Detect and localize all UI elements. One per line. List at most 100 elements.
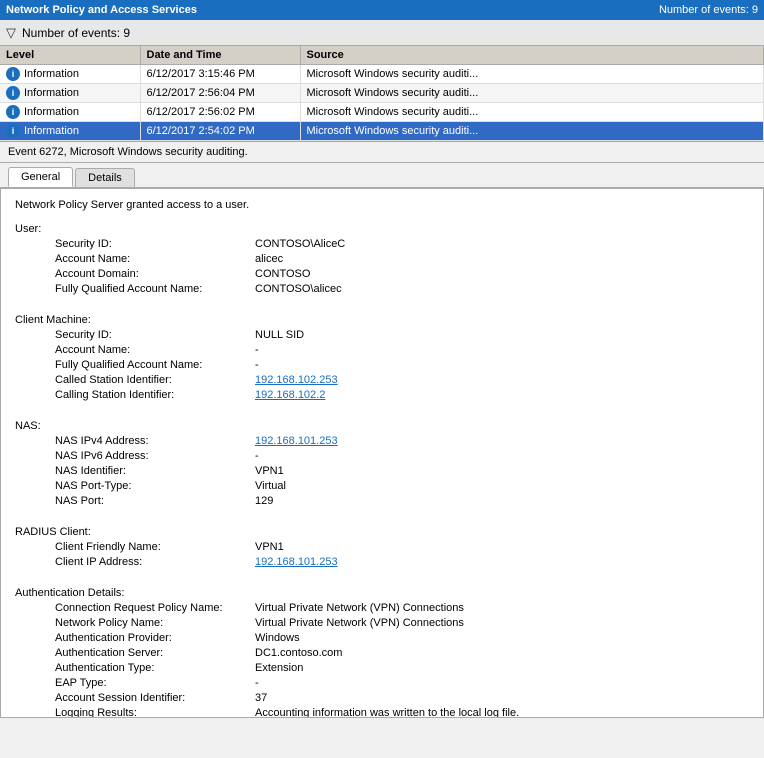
detail-intro: Network Policy Server granted access to … — [15, 199, 749, 211]
title-bar: Network Policy and Access Services Numbe… — [0, 0, 764, 20]
level-label: Information — [24, 68, 79, 80]
detail-key: NAS Identifier: — [55, 464, 255, 478]
event-description-text: Event 6272, Microsoft Windows security a… — [8, 146, 248, 158]
detail-key: Client Friendly Name: — [55, 540, 255, 554]
table-row[interactable]: i Information 6/12/2017 2:56:02 PMMicrosof… — [0, 103, 764, 122]
section-label: User: — [15, 223, 749, 235]
detail-key: Connection Request Policy Name: — [55, 601, 255, 615]
detail-value: VPN1 — [255, 540, 749, 554]
info-icon: i — [6, 124, 20, 138]
detail-value: Virtual — [255, 479, 749, 493]
table-row[interactable]: i Information 6/12/2017 2:54:02 PMMicrosof… — [0, 122, 764, 141]
tabs-container: General Details — [0, 163, 764, 188]
level-label: Information — [24, 125, 79, 137]
section-label: NAS: — [15, 420, 749, 432]
detail-section: User: Security ID:CONTOSO\AliceCAccount N… — [15, 223, 749, 304]
events-table: Level Date and Time Source i Information 6… — [0, 46, 764, 141]
filter-text: Number of events: 9 — [22, 26, 130, 40]
event-level-cell: i Information — [0, 122, 140, 141]
detail-value: VPN1 — [255, 464, 749, 478]
section-label: Client Machine: — [15, 314, 749, 326]
title-bar-event-count: Number of events: 9 — [659, 4, 758, 16]
col-header-level[interactable]: Level — [0, 46, 140, 65]
event-datetime: 6/12/2017 2:56:02 PM — [140, 103, 300, 122]
detail-key: Security ID: — [55, 328, 255, 342]
detail-key: NAS Port-Type: — [55, 479, 255, 493]
event-datetime: 6/12/2017 2:56:04 PM — [140, 84, 300, 103]
detail-value: 37 — [255, 691, 749, 705]
detail-value: CONTOSO\AliceC — [255, 237, 749, 251]
col-header-source[interactable]: Source — [300, 46, 764, 65]
detail-grid: Connection Request Policy Name:Virtual P… — [55, 601, 749, 718]
detail-value: NULL SID — [255, 328, 749, 342]
table-row[interactable]: i Information 6/12/2017 3:15:46 PMMicrosof… — [0, 65, 764, 84]
event-level-cell: i Information — [0, 84, 140, 103]
section-label: Authentication Details: — [15, 587, 749, 599]
event-datetime: 6/12/2017 2:54:02 PM — [140, 122, 300, 141]
detail-key: NAS Port: — [55, 494, 255, 508]
detail-value[interactable]: 192.168.102.253 — [255, 373, 749, 387]
level-label: Information — [24, 106, 79, 118]
detail-key: Fully Qualified Account Name: — [55, 358, 255, 372]
tab-general[interactable]: General — [8, 167, 73, 187]
detail-key: Account Name: — [55, 252, 255, 266]
detail-value: - — [255, 343, 749, 357]
detail-value: - — [255, 358, 749, 372]
event-source: Microsoft Windows security auditi... — [300, 103, 764, 122]
detail-value[interactable]: 192.168.101.253 — [255, 434, 749, 448]
event-source: Microsoft Windows security auditi... — [300, 65, 764, 84]
detail-value: DC1.contoso.com — [255, 646, 749, 660]
section-label: RADIUS Client: — [15, 526, 749, 538]
detail-grid: Client Friendly Name:VPN1Client IP Addre… — [55, 540, 749, 569]
detail-key: NAS IPv6 Address: — [55, 449, 255, 463]
info-icon: i — [6, 67, 20, 81]
detail-value: CONTOSO\alicec — [255, 282, 749, 296]
detail-key: Fully Qualified Account Name: — [55, 282, 255, 296]
detail-value[interactable]: 192.168.102.2 — [255, 388, 749, 402]
detail-key: Authentication Type: — [55, 661, 255, 675]
detail-key: Account Name: — [55, 343, 255, 357]
detail-grid: NAS IPv4 Address:192.168.101.253NAS IPv6… — [55, 434, 749, 508]
tab-details[interactable]: Details — [75, 168, 135, 187]
detail-key: Called Station Identifier: — [55, 373, 255, 387]
detail-section: Authentication Details: Connection Reques… — [15, 587, 749, 718]
detail-value: - — [255, 676, 749, 690]
detail-key: Account Session Identifier: — [55, 691, 255, 705]
detail-section: NAS:NAS IPv4 Address:192.168.101.253NAS … — [15, 420, 749, 516]
event-description: Event 6272, Microsoft Windows security a… — [0, 141, 764, 163]
detail-value: Extension — [255, 661, 749, 675]
event-level-cell: i Information — [0, 65, 140, 84]
level-label: Information — [24, 87, 79, 99]
detail-value: - — [255, 449, 749, 463]
detail-key: Logging Results: — [55, 706, 255, 718]
detail-key: Network Policy Name: — [55, 616, 255, 630]
event-datetime: 6/12/2017 3:15:46 PM — [140, 65, 300, 84]
event-level-cell: i Information — [0, 103, 140, 122]
detail-key: EAP Type: — [55, 676, 255, 690]
detail-key: Authentication Server: — [55, 646, 255, 660]
col-header-datetime[interactable]: Date and Time — [140, 46, 300, 65]
detail-value: Virtual Private Network (VPN) Connection… — [255, 616, 749, 630]
detail-value: Windows — [255, 631, 749, 645]
table-row[interactable]: i Information 6/12/2017 2:56:04 PMMicrosof… — [0, 84, 764, 103]
detail-section: Client Machine: Security ID:NULL SIDAccou… — [15, 314, 749, 410]
detail-key: Authentication Provider: — [55, 631, 255, 645]
detail-panel: Network Policy Server granted access to … — [0, 188, 764, 718]
detail-grid: Security ID:CONTOSO\AliceCAccount Name:a… — [55, 237, 749, 296]
detail-key: Security ID: — [55, 237, 255, 251]
title-bar-title: Network Policy and Access Services — [6, 4, 197, 16]
detail-value[interactable]: 192.168.101.253 — [255, 555, 749, 569]
info-icon: i — [6, 86, 20, 100]
detail-value: alicec — [255, 252, 749, 266]
event-source: Microsoft Windows security auditi... — [300, 84, 764, 103]
filter-bar: ▽ Number of events: 9 — [0, 20, 764, 46]
info-icon: i — [6, 105, 20, 119]
detail-section: RADIUS Client: Client Friendly Name:VPN1C… — [15, 526, 749, 577]
detail-key: Account Domain: — [55, 267, 255, 281]
filter-icon: ▽ — [6, 25, 16, 41]
detail-key: NAS IPv4 Address: — [55, 434, 255, 448]
event-source: Microsoft Windows security auditi... — [300, 122, 764, 141]
detail-grid: Security ID:NULL SIDAccount Name:-Fully … — [55, 328, 749, 402]
detail-value: Virtual Private Network (VPN) Connection… — [255, 601, 749, 615]
detail-value: CONTOSO — [255, 267, 749, 281]
